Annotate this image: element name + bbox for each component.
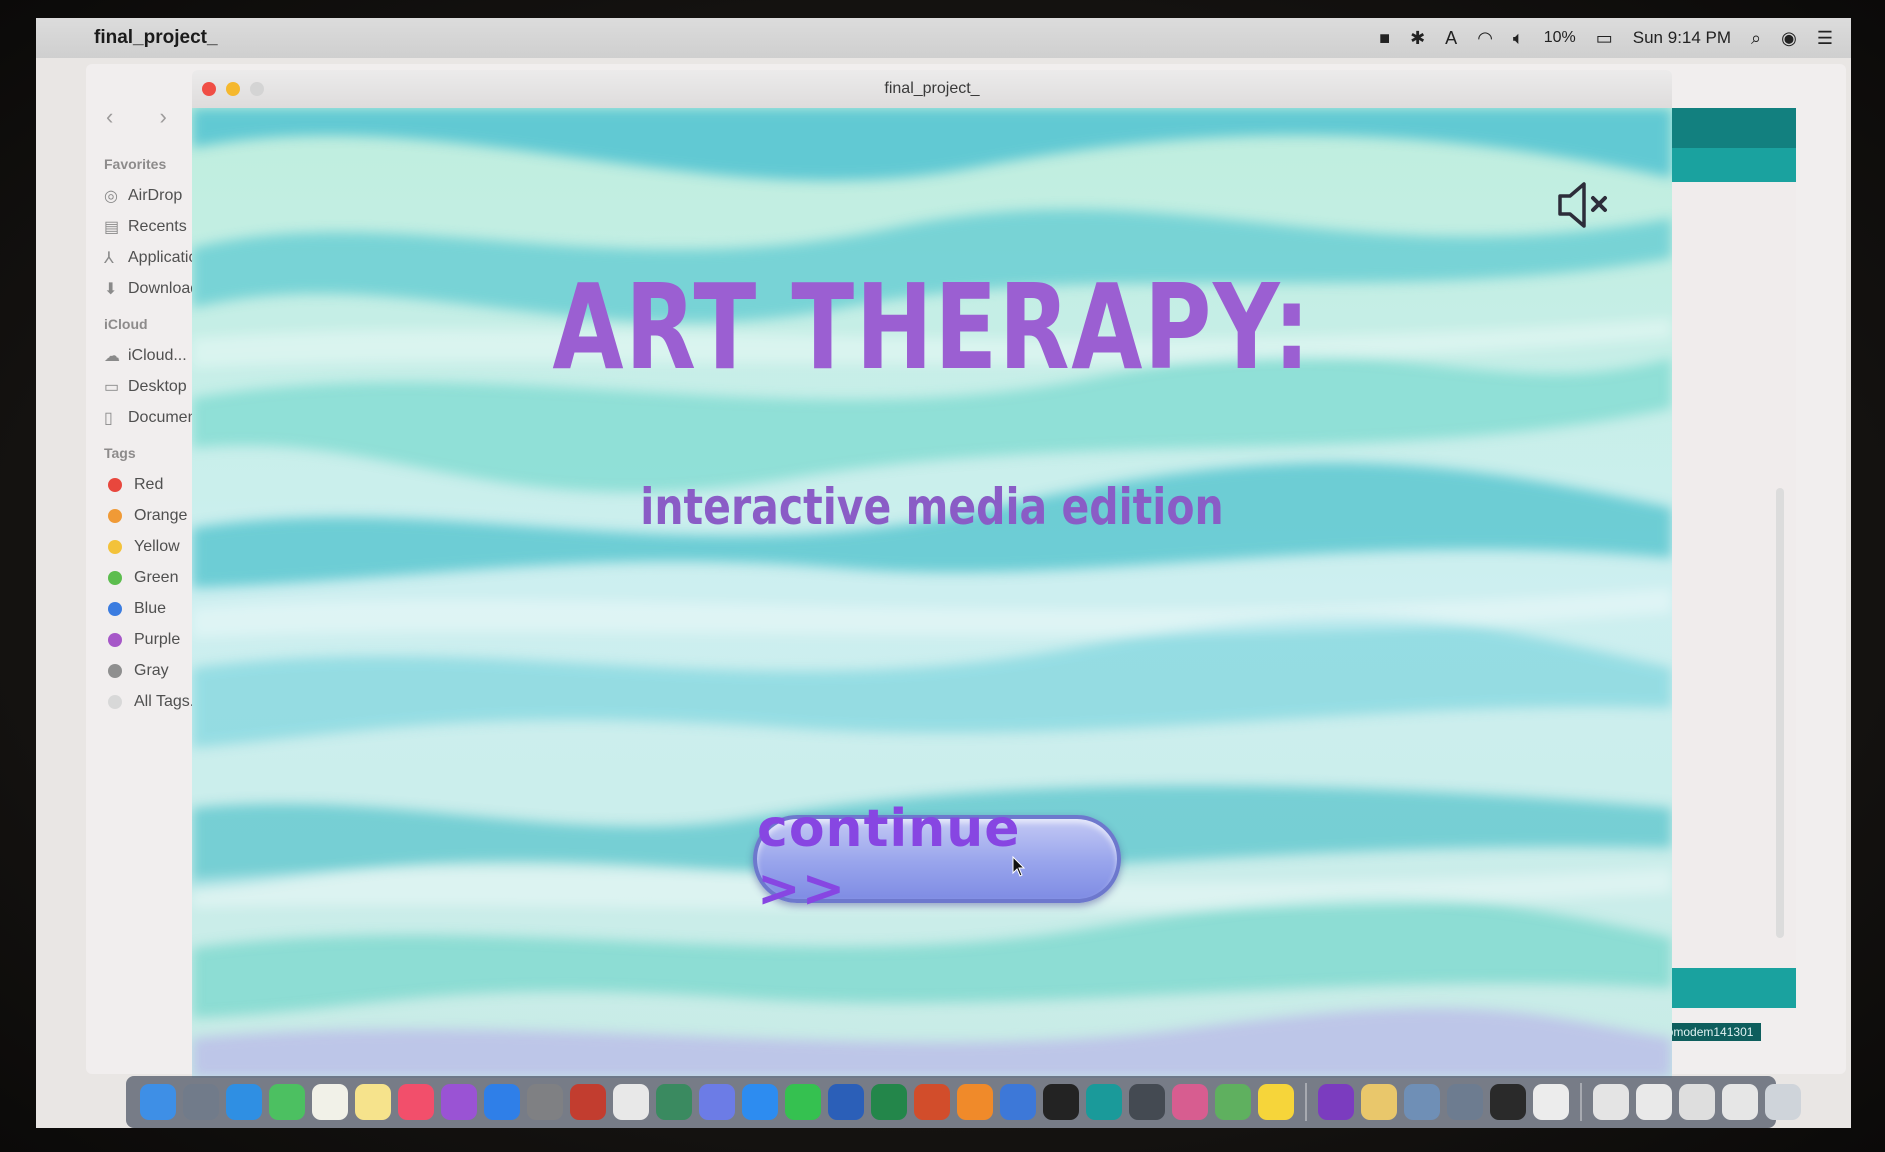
dock-books-icon[interactable]	[957, 1084, 993, 1120]
dock-inkscape-icon[interactable]	[1129, 1084, 1165, 1120]
airdrop-icon: ◎	[104, 187, 118, 205]
dock-processing-icon[interactable]	[1043, 1084, 1079, 1120]
dock-podcasts-icon[interactable]	[441, 1084, 477, 1120]
dock-doc-3-icon[interactable]	[1636, 1084, 1672, 1120]
screen: final_project_ ■ ✱ A ◠ 🔈︎ 10% ▭ Sun 9:14…	[36, 18, 1851, 1128]
dock-system-preferences-icon[interactable]	[527, 1084, 563, 1120]
app-subtitle: interactive media edition	[640, 478, 1224, 536]
menu-app-name[interactable]: final_project_	[94, 27, 218, 49]
dock-launchpad-icon[interactable]	[183, 1084, 219, 1120]
minimize-button[interactable]	[226, 82, 240, 96]
downloads-icon: ⬇	[104, 280, 118, 298]
sidebar-item-label: Red	[134, 475, 164, 493]
dock-discord-icon[interactable]	[699, 1084, 735, 1120]
dock-earth-icon[interactable]	[656, 1084, 692, 1120]
sidebar-item-label: Green	[134, 568, 179, 586]
recents-icon: ▤	[104, 218, 120, 236]
window-controls	[202, 82, 264, 96]
dock-doc-5-icon[interactable]	[1722, 1084, 1758, 1120]
finder-nav-arrows[interactable]: ‹ ›	[106, 104, 187, 130]
icloud-icon: ☁	[104, 347, 120, 365]
dock-preview-icon[interactable]	[1404, 1084, 1440, 1120]
sidebar-item-label: AirDrop	[128, 186, 183, 204]
dock-xcode-icon[interactable]	[1000, 1084, 1036, 1120]
wifi-icon[interactable]: ◠	[1477, 28, 1493, 49]
dock-music-icon[interactable]	[398, 1084, 434, 1120]
desktop-icon: ▭	[104, 378, 120, 396]
dock-folder-1-icon[interactable]	[1361, 1084, 1397, 1120]
battery-icon[interactable]: ▭	[1596, 28, 1613, 49]
siri-icon[interactable]: ◉	[1781, 28, 1797, 49]
dock-screenshots-icon[interactable]	[1447, 1084, 1483, 1120]
applications-icon: ⅄	[104, 249, 114, 267]
arduino-scrollbar[interactable]	[1776, 488, 1784, 938]
dock-doc-2-icon[interactable]	[1593, 1084, 1629, 1120]
screen-record-icon[interactable]: ■	[1379, 28, 1390, 49]
sketch-window: final_project_ ART THERAPY: interactive …	[192, 70, 1672, 1078]
dock-arduino-icon[interactable]	[1086, 1084, 1122, 1120]
tag-color-dot	[108, 570, 122, 585]
tag-color-dot	[108, 539, 122, 554]
dock-doc-4-icon[interactable]	[1679, 1084, 1715, 1120]
sidebar-item-label: Yellow	[134, 537, 180, 555]
dock-quicktime-icon[interactable]	[1490, 1084, 1526, 1120]
tag-color-dot	[108, 694, 122, 709]
tag-color-dot	[108, 632, 122, 647]
sidebar-item-label: Desktop	[128, 377, 187, 395]
dock-safari-icon[interactable]	[226, 1084, 262, 1120]
watercolor-background	[192, 108, 1672, 1078]
tag-color-dot	[108, 663, 122, 678]
spotlight-icon[interactable]: ⌕	[1751, 28, 1761, 49]
tag-color-dot	[108, 601, 122, 616]
battery-percent[interactable]: 10%	[1544, 29, 1576, 47]
sidebar-item-label: Blue	[134, 599, 167, 617]
close-button[interactable]	[202, 82, 216, 96]
menu-bar: final_project_ ■ ✱ A ◠ 🔈︎ 10% ▭ Sun 9:14…	[36, 18, 1851, 58]
app-title: ART THERAPY:	[552, 258, 1312, 396]
status-area: ■ ✱ A ◠ 🔈︎ 10% ▭ Sun 9:14 PM ⌕ ◉ ☰	[1379, 28, 1833, 49]
continue-button[interactable]: continue >>	[753, 799, 1121, 919]
tag-color-dot	[108, 477, 122, 492]
dock-miro-icon[interactable]	[1258, 1084, 1294, 1120]
dock-app-store-icon[interactable]	[484, 1084, 520, 1120]
dock-stickies-icon[interactable]	[355, 1084, 391, 1120]
documents-icon: ▯	[104, 409, 113, 427]
sketch-titlebar: final_project_	[192, 70, 1672, 108]
sidebar-item-label: Gray	[134, 661, 169, 679]
dock-word-icon[interactable]	[828, 1084, 864, 1120]
dock-paint-icon[interactable]	[1172, 1084, 1208, 1120]
sketch-canvas[interactable]: ART THERAPY: interactive media edition c…	[192, 108, 1672, 1078]
sidebar-item-label: Recents	[128, 217, 187, 235]
dock-doc-1-icon[interactable]	[1533, 1084, 1569, 1120]
input-source-icon[interactable]: A	[1445, 28, 1457, 49]
speaker-muted-icon[interactable]	[1554, 176, 1612, 234]
sidebar-item-label: Purple	[134, 630, 181, 648]
sidebar-item-label: Orange	[134, 506, 188, 524]
dock-excel-icon[interactable]	[871, 1084, 907, 1120]
dock-powerpoint-icon[interactable]	[914, 1084, 950, 1120]
dock	[126, 1076, 1801, 1128]
dock-notes-icon[interactable]	[312, 1084, 348, 1120]
bluetooth-icon[interactable]: ✱	[1410, 28, 1425, 49]
dock-trash-icon[interactable]	[1765, 1084, 1801, 1120]
zoom-button[interactable]	[250, 82, 264, 96]
dock-onenote-icon[interactable]	[1318, 1084, 1354, 1120]
dock-chrome-icon[interactable]	[613, 1084, 649, 1120]
sketch-window-title: final_project_	[884, 80, 980, 97]
clock[interactable]: Sun 9:14 PM	[1633, 28, 1731, 48]
mouse-cursor-icon	[1012, 856, 1026, 877]
volume-icon[interactable]: 🔈︎	[1513, 28, 1524, 49]
control-center-icon[interactable]: ☰	[1817, 28, 1833, 49]
dock-finder-icon[interactable]	[140, 1084, 176, 1120]
dock-whatsapp-icon[interactable]	[785, 1084, 821, 1120]
dock-photo-booth-icon[interactable]	[570, 1084, 606, 1120]
sidebar-item-label: iCloud...	[128, 346, 187, 364]
tag-color-dot	[108, 508, 122, 523]
dock-messages-icon[interactable]	[269, 1084, 305, 1120]
dock-zoom-icon[interactable]	[742, 1084, 778, 1120]
dock-separator	[1305, 1083, 1307, 1121]
dock-separator	[1580, 1083, 1582, 1121]
dock-globe-icon[interactable]	[1215, 1084, 1251, 1120]
